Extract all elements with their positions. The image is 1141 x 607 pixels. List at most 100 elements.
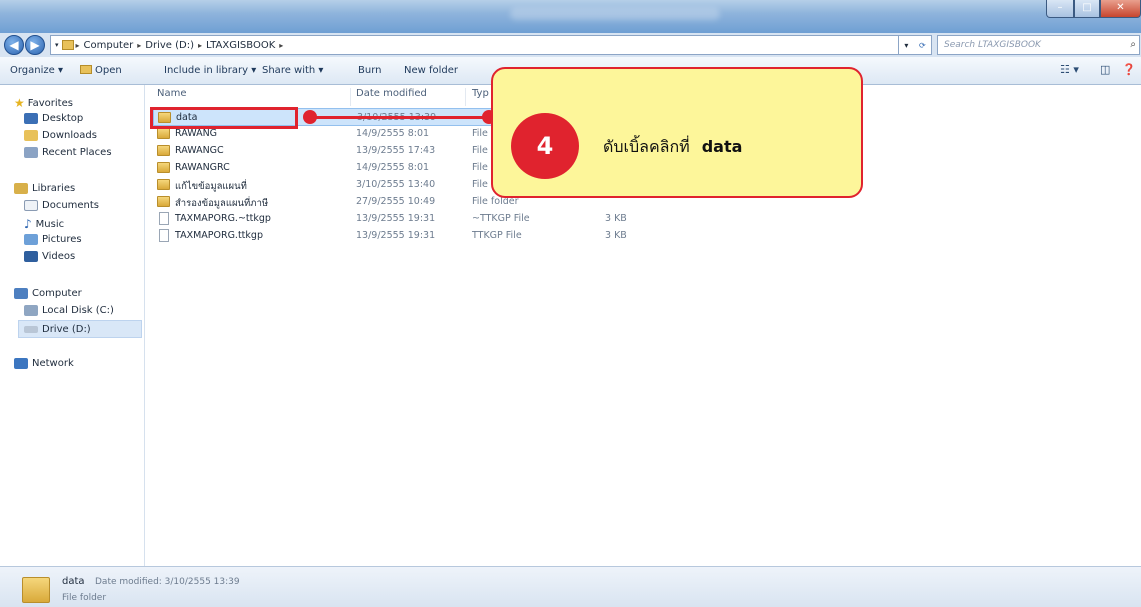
nav-music[interactable]: ♪ Music <box>24 217 64 231</box>
network-icon <box>14 358 28 369</box>
file-date-modified: 27/9/2555 10:49 <box>356 196 436 207</box>
file-date-modified: 13/9/2555 17:43 <box>356 145 436 156</box>
nav-network-label: Network <box>32 358 74 369</box>
maximize-button[interactable]: □ <box>1074 0 1100 18</box>
change-view-icon[interactable]: ☷ ▾ <box>1060 63 1079 76</box>
nav-downloads-label: Downloads <box>42 130 97 141</box>
breadcrumb-ltaxgisbook[interactable]: LTAXGISBOOK <box>202 40 279 51</box>
nav-pictures[interactable]: Pictures <box>24 234 82 245</box>
libraries-icon <box>14 183 28 194</box>
nav-local-disk-c[interactable]: Local Disk (C:) <box>24 305 114 316</box>
folder-icon <box>157 128 170 139</box>
column-separator[interactable] <box>350 88 351 106</box>
callout-connector <box>310 116 500 119</box>
nav-desktop-label: Desktop <box>42 113 84 124</box>
nav-recent-places[interactable]: Recent Places <box>24 147 112 158</box>
new-folder-button[interactable]: New folder <box>404 65 458 76</box>
include-in-library-button[interactable]: Include in library ▾ <box>164 65 256 76</box>
burn-button[interactable]: Burn <box>358 65 381 76</box>
folder-icon <box>61 40 74 50</box>
close-icon: ✕ <box>1116 2 1125 13</box>
details-type: File folder <box>62 593 107 603</box>
file-name: RAWANG <box>175 128 218 139</box>
file-type: ~TTKGP File <box>472 213 530 224</box>
callout-target: data <box>701 137 743 156</box>
search-input[interactable]: Search LTAXGISBOOK ⌕ <box>937 35 1140 55</box>
search-icon[interactable]: ⌕ <box>1130 39 1136 50</box>
folder-icon <box>157 162 170 173</box>
star-icon: ★ <box>14 96 25 110</box>
file-name: TAXMAPORG.ttkgp <box>175 230 263 241</box>
recent-places-icon <box>24 147 38 158</box>
window-titlebar: – □ ✕ <box>0 0 1141 33</box>
nav-computer[interactable]: Computer <box>14 288 82 299</box>
folder-icon <box>157 145 170 156</box>
refresh-icon[interactable]: ⟳ <box>919 41 926 50</box>
nav-drive-d[interactable]: Drive (D:) <box>18 320 142 338</box>
file-date-modified: 14/9/2555 8:01 <box>356 162 430 173</box>
nav-music-label: Music <box>35 218 65 230</box>
column-separator[interactable] <box>465 88 466 106</box>
nav-recent-places-label: Recent Places <box>42 147 112 158</box>
share-with-button[interactable]: Share with ▾ <box>262 65 323 76</box>
nav-downloads[interactable]: Downloads <box>24 130 97 141</box>
open-button[interactable]: Open <box>80 65 122 76</box>
file-name: TAXMAPORG.~ttkgp <box>175 213 271 224</box>
local-disk-icon <box>24 305 38 316</box>
address-row: ◀ ▶ ▾ ▸ Computer ▸ Drive (D:) ▸ LTAXGISB… <box>0 33 1141 57</box>
recent-pages-chevron-icon[interactable]: ▾ <box>55 41 59 49</box>
file-size: 3 KB <box>605 213 627 224</box>
file-date-modified: 14/9/2555 8:01 <box>356 128 430 139</box>
preview-pane-icon[interactable]: ◫ <box>1100 63 1110 76</box>
nav-videos-label: Videos <box>42 251 76 262</box>
videos-icon <box>24 251 38 262</box>
nav-documents[interactable]: Documents <box>24 200 99 211</box>
folder-icon <box>157 179 170 190</box>
column-header-type[interactable]: Typ <box>472 88 489 99</box>
step-number-badge: 4 <box>511 113 579 179</box>
file-size: 3 KB <box>605 230 627 241</box>
nav-libraries[interactable]: Libraries <box>14 183 75 194</box>
column-header-date-modified[interactable]: Date modified <box>356 88 427 99</box>
nav-videos[interactable]: Videos <box>24 251 75 262</box>
breadcrumb-drive-d[interactable]: Drive (D:) <box>141 40 198 51</box>
nav-documents-label: Documents <box>42 200 100 211</box>
instruction-callout: 4 ดับเบิ้ลคลิกที่ data <box>491 67 863 198</box>
file-type: File <box>472 128 488 139</box>
minimize-button[interactable]: – <box>1046 0 1074 18</box>
help-icon[interactable]: ❓ <box>1122 63 1136 76</box>
column-header-name[interactable]: Name <box>157 88 187 99</box>
highlight-box <box>150 107 298 129</box>
music-icon: ♪ <box>24 217 32 231</box>
drive-icon <box>24 325 38 333</box>
downloads-icon <box>24 130 38 141</box>
window-title-blurred <box>510 8 720 20</box>
nav-favorites[interactable]: ★ Favorites <box>14 96 73 110</box>
open-folder-icon <box>80 65 92 74</box>
folder-icon <box>157 196 170 207</box>
nav-network[interactable]: Network <box>14 358 74 369</box>
file-row[interactable]: TAXMAPORG.ttkgp 13/9/2555 19:31 TTKGP File… <box>153 227 627 245</box>
folder-icon <box>22 577 50 603</box>
back-button[interactable]: ◀ <box>4 35 24 55</box>
file-name: RAWANGC <box>175 145 224 156</box>
minimize-icon: – <box>1057 2 1063 13</box>
history-dropdown-icon[interactable]: ▾ <box>904 41 908 50</box>
nav-computer-label: Computer <box>32 288 82 299</box>
forward-button[interactable]: ▶ <box>25 35 45 55</box>
file-date-modified: 3/10/2555 13:40 <box>356 179 436 190</box>
callout-instruction: ดับเบิ้ลคลิกที่ <box>603 137 690 156</box>
address-controls: ▾ ⟳ <box>898 35 932 55</box>
file-row[interactable]: TAXMAPORG.~ttkgp 13/9/2555 19:31 ~TTKGP Fi… <box>153 210 627 228</box>
nav-drive-d-label: Drive (D:) <box>42 323 91 335</box>
address-bar[interactable]: ▾ ▸ Computer ▸ Drive (D:) ▸ LTAXGISBOOK … <box>50 35 910 55</box>
breadcrumb-computer[interactable]: Computer <box>80 40 138 51</box>
file-name: สำรองข้อมูลแผนที่ภาษี <box>175 198 269 209</box>
documents-icon <box>24 200 38 211</box>
nav-desktop[interactable]: Desktop <box>24 113 83 124</box>
organize-button[interactable]: Organize ▾ <box>10 65 63 76</box>
callout-text: ดับเบิ้ลคลิกที่ data <box>603 135 742 160</box>
desktop-icon <box>24 113 38 124</box>
close-button[interactable]: ✕ <box>1100 0 1141 18</box>
navigation-pane: ★ Favorites Desktop Downloads Recent Pla… <box>0 85 145 566</box>
